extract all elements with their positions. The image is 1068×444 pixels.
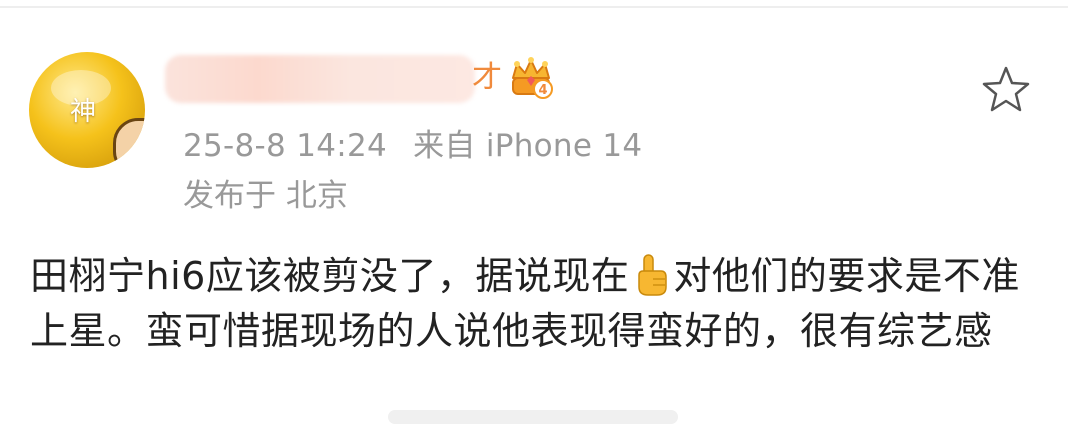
post-meta: 25-8-8 14:24 来自 iPhone 14 (183, 126, 642, 166)
content-text-part1: 田栩宁hi6应该被剪没了，据说现在 (30, 254, 630, 298)
author-avatar[interactable]: 神 (29, 52, 145, 168)
top-divider (0, 6, 1068, 8)
bottom-bar (388, 410, 678, 424)
author-name-obscured[interactable] (165, 55, 475, 103)
avatar-hand-graphic (113, 118, 145, 168)
post-timestamp: 25-8-8 14:24 (183, 128, 388, 164)
favorite-star-icon[interactable] (980, 64, 1032, 116)
crown-badge-icon[interactable]: 4 (507, 56, 555, 100)
post-location: 发布于 北京 (183, 178, 348, 214)
avatar-character: 神 (69, 97, 96, 127)
post-source: 来自 iPhone 14 (413, 128, 643, 164)
badge-level: 4 (538, 83, 547, 98)
post-content: 田栩宁hi6应该被剪没了，据说现在 对他们的要求是不准上星。蛮可惜据现场的人说他… (30, 249, 1035, 359)
pointing-up-hand-icon (638, 254, 668, 296)
author-name-visible-part[interactable]: 才 (472, 56, 502, 100)
